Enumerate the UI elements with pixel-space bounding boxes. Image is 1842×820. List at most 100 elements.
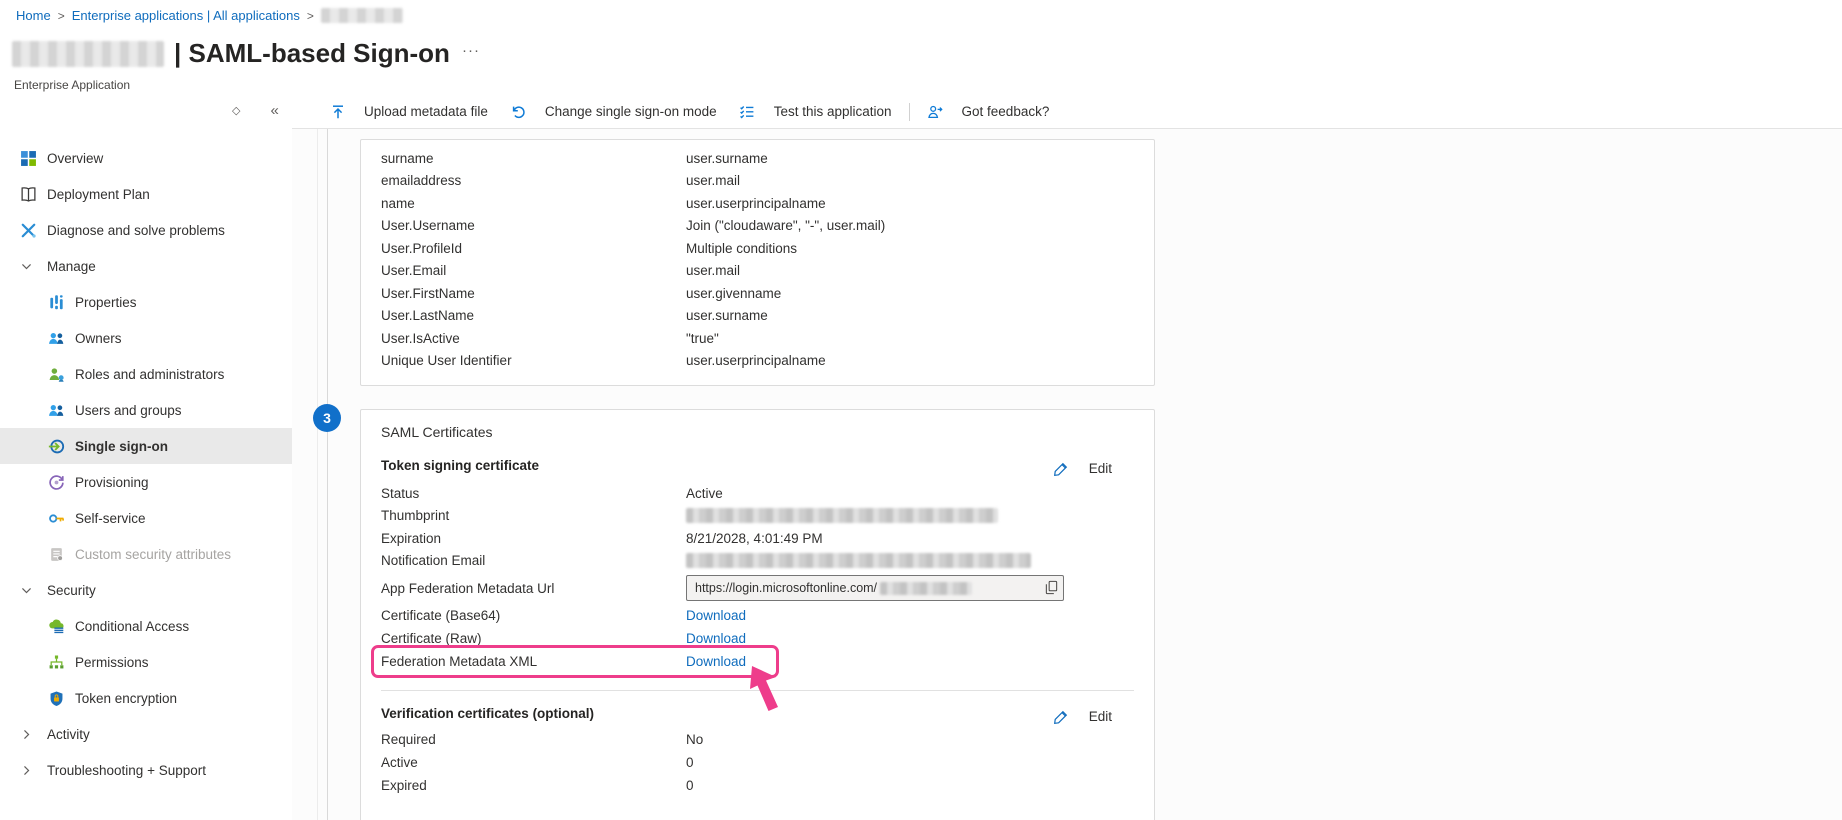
status-row: Status Active [361, 482, 1154, 505]
field-label: Notification Email [361, 553, 686, 568]
thumbprint-redacted-value [686, 508, 998, 523]
edit-verification-button[interactable]: Edit [1053, 708, 1112, 725]
chevron-right-icon [20, 728, 37, 741]
sidebar-item-roles-and-administrators[interactable]: Roles and administrators [0, 356, 292, 392]
nav-label: Roles and administrators [75, 367, 224, 382]
breadcrumb-enterprise-apps-link[interactable]: Enterprise applications | All applicatio… [72, 8, 300, 23]
feedback-icon [927, 103, 944, 120]
diagnose-icon [20, 222, 37, 239]
copy-icon[interactable] [1044, 580, 1059, 595]
claim-name: User.Username [361, 218, 686, 233]
chevron-down-icon [20, 584, 37, 597]
single-sign-on-icon [48, 438, 65, 455]
nav-label: Provisioning [75, 475, 149, 490]
field-label: Active [361, 755, 686, 770]
edit-label: Edit [1089, 461, 1112, 476]
attribute-row: User.LastName user.surname [361, 305, 1154, 328]
breadcrumb-separator: > [58, 9, 65, 23]
more-options-button[interactable]: ··· [462, 42, 480, 59]
command-label: Change single sign-on mode [545, 104, 717, 119]
sidebar-item-provisioning[interactable]: Provisioning [0, 464, 292, 500]
field-value: Active [686, 486, 723, 501]
claim-name: User.LastName [361, 308, 686, 323]
sidebar-group-security[interactable]: Security [0, 572, 292, 608]
sidebar-group-manage[interactable]: Manage [0, 248, 292, 284]
checklist-icon [739, 103, 756, 120]
conditional-access-icon [48, 618, 65, 635]
field-value: No [686, 732, 703, 747]
attribute-row: surname user.surname [361, 147, 1154, 170]
metadata-url-text: https://login.microsoftonline.com/ [695, 581, 877, 595]
verification-certificates-title: Verification certificates (optional) [381, 706, 594, 721]
download-base64-link[interactable]: Download [686, 608, 746, 623]
attribute-row: emailaddress user.mail [361, 170, 1154, 193]
metadata-url-redacted [880, 582, 972, 595]
sidebar-item-properties[interactable]: Properties [0, 284, 292, 320]
sidebar-item-overview[interactable]: Overview [0, 140, 292, 176]
saml-certificates-title: SAML Certificates [381, 424, 493, 440]
sidebar-group-troubleshooting-support[interactable]: Troubleshooting + Support [0, 752, 292, 788]
sidebar-item-users-and-groups[interactable]: Users and groups [0, 392, 292, 428]
resize-handle-icon[interactable]: ◇ [232, 104, 240, 117]
field-label: Thumbprint [361, 508, 686, 523]
sidebar-group-activity[interactable]: Activity [0, 716, 292, 752]
active-row: Active 0 [361, 751, 1154, 774]
page-subtitle: Enterprise Application [14, 78, 130, 92]
metadata-url-input[interactable]: https://login.microsoftonline.com/ [686, 575, 1064, 601]
field-label: App Federation Metadata Url [361, 581, 686, 596]
upload-metadata-file-button[interactable]: Upload metadata file [318, 98, 499, 125]
claim-name: User.Email [361, 263, 686, 278]
attribute-row: User.ProfileId Multiple conditions [361, 237, 1154, 260]
permissions-icon [48, 654, 65, 671]
field-label: Certificate (Raw) [361, 631, 686, 646]
sidebar-item-owners[interactable]: Owners [0, 320, 292, 356]
breadcrumb-redacted-app-name [321, 8, 403, 23]
claim-value: user.userprincipalname [686, 196, 826, 211]
nav-label: Single sign-on [75, 439, 168, 454]
certificate-base64-row: Certificate (Base64) Download [361, 604, 1154, 627]
chevron-right-icon [20, 764, 37, 777]
claim-value: Join ("cloudaware", "-", user.mail) [686, 218, 885, 233]
breadcrumb: Home > Enterprise applications | All app… [16, 8, 403, 23]
sidebar-item-permissions[interactable]: Permissions [0, 644, 292, 680]
field-label: Certificate (Base64) [361, 608, 686, 623]
sidebar-item-diagnose-and-solve-problems[interactable]: Diagnose and solve problems [0, 212, 292, 248]
test-application-button[interactable]: Test this application [728, 98, 903, 125]
nav-label: Manage [47, 259, 96, 274]
attribute-row: User.IsActive "true" [361, 327, 1154, 350]
claim-name: name [361, 196, 686, 211]
sidebar-item-self-service[interactable]: Self-service [0, 500, 292, 536]
provisioning-icon [48, 474, 65, 491]
upload-icon [329, 103, 346, 120]
users-groups-icon [48, 402, 65, 419]
collapse-menu-button[interactable]: « [270, 102, 278, 119]
sidebar-item-deployment-plan[interactable]: Deployment Plan [0, 176, 292, 212]
change-sso-mode-button[interactable]: Change single sign-on mode [499, 98, 728, 125]
download-raw-link[interactable]: Download [686, 631, 746, 646]
attribute-row: User.FirstName user.givenname [361, 282, 1154, 305]
claim-value: Multiple conditions [686, 241, 797, 256]
field-value: 8/21/2028, 4:01:49 PM [686, 531, 823, 546]
nav-label: Custom security attributes [75, 547, 231, 562]
claim-name: emailaddress [361, 173, 686, 188]
token-encryption-icon [48, 690, 65, 707]
breadcrumb-home-link[interactable]: Home [16, 8, 51, 23]
got-feedback-button[interactable]: Got feedback? [916, 98, 1061, 125]
sidebar-item-conditional-access[interactable]: Conditional Access [0, 608, 292, 644]
federation-metadata-xml-row: Federation Metadata XML Download [361, 650, 1154, 673]
expired-row: Expired 0 [361, 774, 1154, 797]
nav-label: Troubleshooting + Support [47, 763, 206, 778]
pencil-icon [1053, 460, 1070, 477]
sidebar-item-token-encryption[interactable]: Token encryption [0, 680, 292, 716]
download-federation-metadata-link[interactable]: Download [686, 654, 746, 669]
token-signing-certificate-title: Token signing certificate [381, 458, 539, 473]
claim-name: User.FirstName [361, 286, 686, 301]
field-label: Expiration [361, 531, 686, 546]
sidebar-item-single-sign-on[interactable]: Single sign-on [0, 428, 292, 464]
main-content: 3 surname user.surname emailaddress user… [292, 128, 1842, 820]
claim-value: "true" [686, 331, 719, 346]
edit-token-signing-button[interactable]: Edit [1053, 460, 1112, 477]
page-title: | SAML-based Sign-on [174, 38, 450, 69]
left-nav-menu: Overview Deployment Plan Diagnose and so… [0, 128, 292, 820]
pencil-icon [1053, 708, 1070, 725]
